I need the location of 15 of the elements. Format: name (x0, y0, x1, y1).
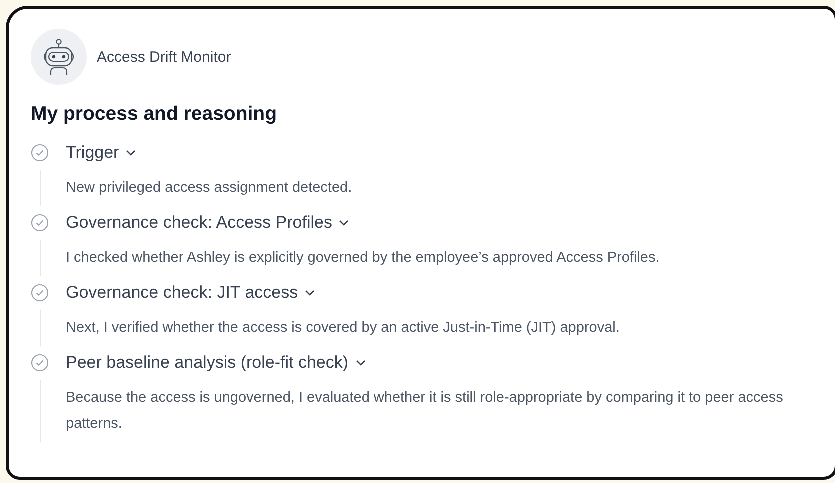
step-toggle[interactable]: Trigger (66, 143, 136, 163)
chevron-icon (339, 220, 350, 226)
step-toggle[interactable]: Governance check: Access Profiles (66, 213, 350, 233)
step-description: I checked whether Ashley is explicitly governed by the employee’s approved Access Profiles. (66, 249, 661, 268)
section-heading: My process and reasoning (31, 103, 278, 126)
agent-name: Access Drift Monitor (97, 48, 232, 66)
step-toggle[interactable]: Peer baseline analysis (role-fit check) (66, 353, 366, 373)
step-description: Next, I verified whether the access is covered by an active Just-in-Time (JIT) approval. (66, 319, 621, 338)
chevron-icon (305, 290, 316, 296)
chevron-icon (356, 360, 366, 366)
step-toggle[interactable]: Governance check: JIT access (66, 283, 316, 303)
robot-icon (31, 29, 87, 85)
step-description: New privileged access assignment detected. (66, 179, 354, 198)
chevron-icon (126, 150, 136, 156)
step-description: Because the access is ungoverned, I evaluated whether it is still role-appropriate by comparing it to peer access patterns. (66, 389, 784, 434)
